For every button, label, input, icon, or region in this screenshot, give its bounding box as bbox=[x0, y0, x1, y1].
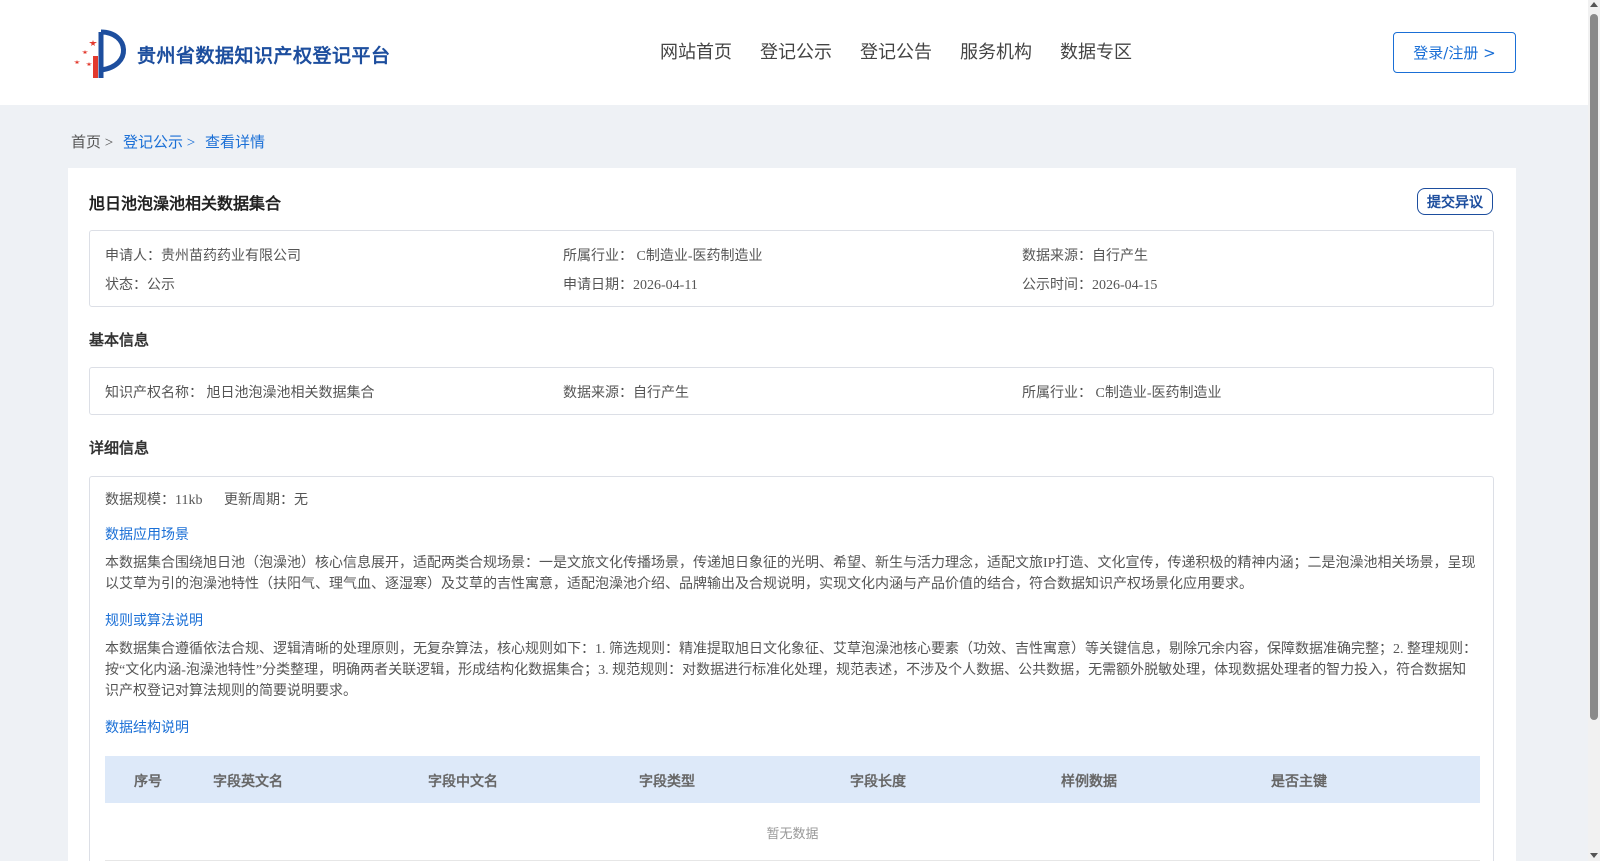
submit-objection-button[interactable]: 提交异议 bbox=[1417, 188, 1493, 215]
nav-item-home[interactable]: 网站首页 bbox=[660, 38, 732, 64]
publish-date: 公示时间：2026-04-15 bbox=[1022, 278, 1158, 293]
update-cycle: 更新周期：无 bbox=[223, 493, 308, 508]
basic-industry: 所属行业： C制造业-医药制造业 bbox=[1022, 386, 1222, 401]
data-source: 数据来源：自行产生 bbox=[1022, 249, 1148, 264]
data-scale: 数据规模：11kb bbox=[105, 493, 203, 508]
login-register-button[interactable]: 登录/注册 > bbox=[1393, 32, 1516, 73]
industry: 所属行业： C制造业-医药制造业 bbox=[563, 249, 763, 264]
page-title: 旭日池泡澡池相关数据集合 bbox=[89, 194, 282, 213]
basic-info-title: 基本信息 bbox=[89, 331, 150, 349]
applicant: 申请人：贵州苗药药业有限公司 bbox=[105, 249, 301, 264]
rule-text: 本数据集合遵循依法合规、逻辑清晰的处理原则，无复杂算法，核心规则如下：1. 筛选… bbox=[105, 642, 1477, 699]
basic-data-source: 数据来源：自行产生 bbox=[563, 386, 689, 401]
rule-title: 规则或算法说明 bbox=[105, 614, 203, 629]
column-header: 样例数据 bbox=[1061, 774, 1117, 790]
detail-info-box: 数据规模：11kb 更新周期：无 数据应用场景 本数据集合围绕旭日池（泡澡池）核… bbox=[89, 476, 1494, 861]
breadcrumb-current: 查看详情 bbox=[204, 135, 265, 151]
column-header: 字段类型 bbox=[639, 774, 695, 790]
structure-title: 数据结构说明 bbox=[105, 721, 189, 736]
breadcrumb-home[interactable]: 首页 > bbox=[71, 135, 113, 151]
scroll-down-arrow-icon[interactable] bbox=[1590, 853, 1598, 858]
structure-table-header: 序号 字段英文名 字段中文名 字段类型 字段长度 样例数据 是否主键 bbox=[105, 756, 1480, 803]
column-header: 字段英文名 bbox=[213, 774, 283, 790]
page-scrollbar[interactable] bbox=[1588, 0, 1600, 861]
breadcrumb: 首页 > 登记公示 > 查看详情 bbox=[71, 131, 271, 152]
ip-name: 知识产权名称： 旭日池泡澡池相关数据集合 bbox=[105, 386, 375, 401]
scale-line: 数据规模：11kb 更新周期：无 bbox=[105, 489, 326, 509]
column-header: 序号 bbox=[134, 774, 162, 790]
breadcrumb-list[interactable]: 登记公示 > bbox=[123, 135, 195, 151]
apply-date: 申请日期：2026-04-11 bbox=[563, 278, 698, 293]
empty-table-message: 暂无数据 bbox=[105, 805, 1480, 861]
nav-item-registration-publicity[interactable]: 登记公示 bbox=[760, 38, 832, 64]
summary-info-box: 申请人：贵州苗药药业有限公司 所属行业： C制造业-医药制造业 数据来源：自行产… bbox=[89, 230, 1494, 307]
column-header: 是否主键 bbox=[1271, 774, 1327, 790]
scroll-thumb[interactable] bbox=[1590, 14, 1598, 720]
nav-item-service-agencies[interactable]: 服务机构 bbox=[960, 38, 1032, 64]
basic-info-box: 知识产权名称： 旭日池泡澡池相关数据集合 数据来源：自行产生 所属行业： C制造… bbox=[89, 367, 1494, 415]
detail-card: 旭日池泡澡池相关数据集合 提交异议 申请人：贵州苗药药业有限公司 所属行业： C… bbox=[68, 168, 1516, 861]
column-header: 字段长度 bbox=[850, 774, 906, 790]
status: 状态：公示 bbox=[105, 278, 175, 293]
site-logo[interactable]: 贵州省数据知识产权登记平台 bbox=[71, 28, 391, 80]
nav-item-registration-announcement[interactable]: 登记公告 bbox=[860, 38, 932, 64]
nav-item-data-zone[interactable]: 数据专区 bbox=[1060, 38, 1132, 64]
site-header: 贵州省数据知识产权登记平台 网站首页 登记公示 登记公告 服务机构 数据专区 登… bbox=[0, 0, 1588, 105]
detail-info-title: 详细信息 bbox=[89, 439, 150, 457]
scroll-up-arrow-icon[interactable] bbox=[1590, 2, 1598, 7]
scene-text: 本数据集合围绕旭日池（泡澡池）核心信息展开，适配两类合规场景：一是文旅文化传播场… bbox=[105, 556, 1476, 592]
logo-text: 贵州省数据知识产权登记平台 bbox=[137, 44, 391, 67]
logo-emblem-icon bbox=[74, 29, 126, 78]
main-nav: 网站首页 登记公示 登记公告 服务机构 数据专区 bbox=[660, 38, 1160, 64]
scene-title: 数据应用场景 bbox=[105, 528, 189, 543]
column-header: 字段中文名 bbox=[428, 774, 498, 790]
